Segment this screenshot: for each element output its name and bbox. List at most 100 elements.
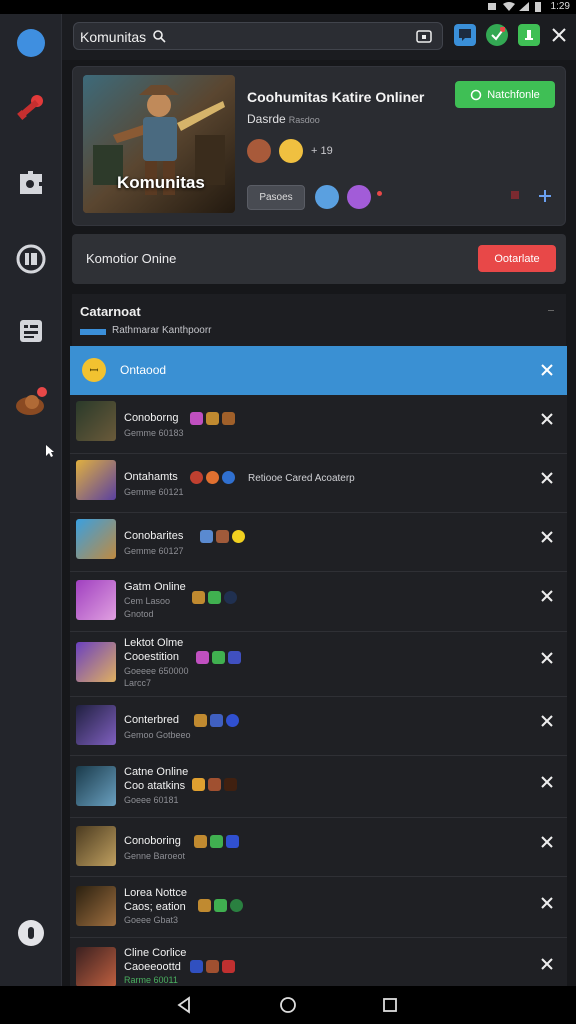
badge-icon <box>194 835 207 848</box>
badge-icon <box>222 960 235 973</box>
notifications-icon[interactable] <box>486 24 508 46</box>
collapse-icon[interactable] <box>548 310 554 311</box>
item-meta: Goeee Gbat3 <box>124 915 179 925</box>
search-icon[interactable] <box>152 29 166 48</box>
badge-icon <box>230 899 243 912</box>
compass-icon[interactable] <box>14 26 48 60</box>
badge-icon <box>232 530 245 543</box>
item-meta: Gemme 60121 <box>124 487 184 497</box>
item-title: Catne Online <box>124 766 189 778</box>
badge-icon <box>216 530 229 543</box>
key-icon[interactable] <box>14 90 48 124</box>
close-icon[interactable] <box>539 774 555 790</box>
search-input[interactable]: Komunitas <box>80 29 146 45</box>
item-meta-secondary: Gnotod <box>124 609 154 619</box>
list-item[interactable]: Lorea Nottce Caos; eation Goeee Gbat3 <box>70 877 567 938</box>
item-badges <box>190 412 235 425</box>
section-title: Catarnoat <box>80 304 141 319</box>
badge-icon <box>222 412 235 425</box>
item-badges <box>200 530 245 543</box>
community-subtitle: Dasrde Rasdoo <box>247 112 320 126</box>
share-icon[interactable] <box>511 191 519 199</box>
avatar-icon[interactable] <box>14 386 48 420</box>
item-title: Conoboring <box>124 835 181 847</box>
badge-icon <box>206 471 219 484</box>
badge-icon <box>200 530 213 543</box>
close-icon[interactable] <box>539 529 555 545</box>
badge-icon <box>198 899 211 912</box>
item-badges <box>198 899 243 912</box>
more-icon[interactable] <box>539 189 551 207</box>
close-icon[interactable] <box>539 650 555 666</box>
close-icon[interactable] <box>539 588 555 604</box>
settings-icon[interactable] <box>14 916 48 950</box>
close-icon[interactable] <box>548 24 570 46</box>
recents-icon[interactable] <box>380 995 400 1015</box>
moderator-avatar[interactable] <box>315 185 339 209</box>
list-item[interactable]: Lektot Olme Cooestition Goeeee 650000 La… <box>70 632 567 697</box>
item-badges <box>194 714 239 727</box>
badge-icon <box>206 412 219 425</box>
item-title: Gatm Online <box>124 581 186 593</box>
close-icon[interactable] <box>539 411 555 427</box>
community-hero-card: Komunitas Coohumitas Katire Onliner Dasr… <box>72 66 566 226</box>
close-icon[interactable] <box>539 834 555 850</box>
list-item[interactable]: Catne Online Coo atatkins Goeee 60181 <box>70 756 567 818</box>
follow-button[interactable]: Natchfonle <box>455 81 555 108</box>
camera-icon[interactable] <box>416 28 432 49</box>
emoji-icon: ꟷ <box>82 358 106 382</box>
list-icon[interactable] <box>14 314 48 348</box>
list-item[interactable]: Conobarites Gemme 60127 <box>70 513 567 572</box>
badge-icon <box>228 651 241 664</box>
online-dot <box>377 191 382 196</box>
friends-icon[interactable] <box>518 24 540 46</box>
chat-icon[interactable] <box>454 24 476 46</box>
notification-icon <box>487 2 497 11</box>
status-bar: 1:29 <box>0 0 576 14</box>
badge-icon <box>206 960 219 973</box>
item-thumbnail <box>76 705 116 745</box>
section-subtitle: Rathmarar Kanthpoorr <box>112 325 212 336</box>
item-title: Conobarites <box>124 530 184 542</box>
system-nav-bar <box>0 986 576 1024</box>
badge-icon <box>208 778 221 791</box>
badge-icon <box>196 651 209 664</box>
member-avatar[interactable] <box>279 139 303 163</box>
item-title: Ontahamts <box>124 471 178 483</box>
member-avatar[interactable] <box>247 139 271 163</box>
close-icon[interactable] <box>539 362 555 378</box>
item-meta: Goeee 60181 <box>124 795 179 805</box>
posts-pill[interactable]: Pasoes <box>247 185 305 210</box>
item-title-secondary: Cooestition <box>124 651 180 663</box>
highlighted-list-item[interactable]: ꟷ Ontaood <box>70 346 567 395</box>
item-badges <box>192 591 237 604</box>
close-icon[interactable] <box>539 895 555 911</box>
item-title: Conoborng <box>124 412 179 424</box>
community-cover-image[interactable]: Komunitas <box>83 75 235 213</box>
search-box[interactable]: Komunitas <box>73 22 443 50</box>
badge-icon <box>224 591 237 604</box>
top-bar: Komunitas <box>62 14 576 60</box>
badge-icon <box>214 899 227 912</box>
badge-icon <box>226 835 239 848</box>
band-action-button[interactable]: Ootarlate <box>478 245 556 272</box>
list-item[interactable]: Ontahamts Gemme 60121 Retiooe Cared Acoa… <box>70 454 567 513</box>
close-icon[interactable] <box>539 713 555 729</box>
moderator-avatar[interactable] <box>347 185 371 209</box>
list-item[interactable]: Conterbred Gemoo Gotbeeo <box>70 697 567 756</box>
follow-icon <box>470 89 482 100</box>
list-item[interactable]: Cline Corlice Caoeeoottd Rarme 60011 <box>70 938 567 987</box>
back-icon[interactable] <box>175 995 195 1015</box>
puzzle-icon[interactable] <box>14 166 48 200</box>
emoji-glyph: ꟷ <box>89 364 99 377</box>
close-icon[interactable] <box>539 956 555 972</box>
item-badges <box>192 778 237 791</box>
home-icon[interactable] <box>278 995 298 1015</box>
close-icon[interactable] <box>539 470 555 486</box>
list-item[interactable]: Conoborng Gemme 60183 <box>70 395 567 454</box>
list-item[interactable]: Conoboring Genne Baroeot <box>70 818 567 877</box>
badge-icon <box>224 778 237 791</box>
member-avatars: + 19 <box>247 139 333 163</box>
library-icon[interactable] <box>14 242 48 276</box>
list-item[interactable]: Gatm Online Cem Lasoo Gnotod <box>70 572 567 632</box>
